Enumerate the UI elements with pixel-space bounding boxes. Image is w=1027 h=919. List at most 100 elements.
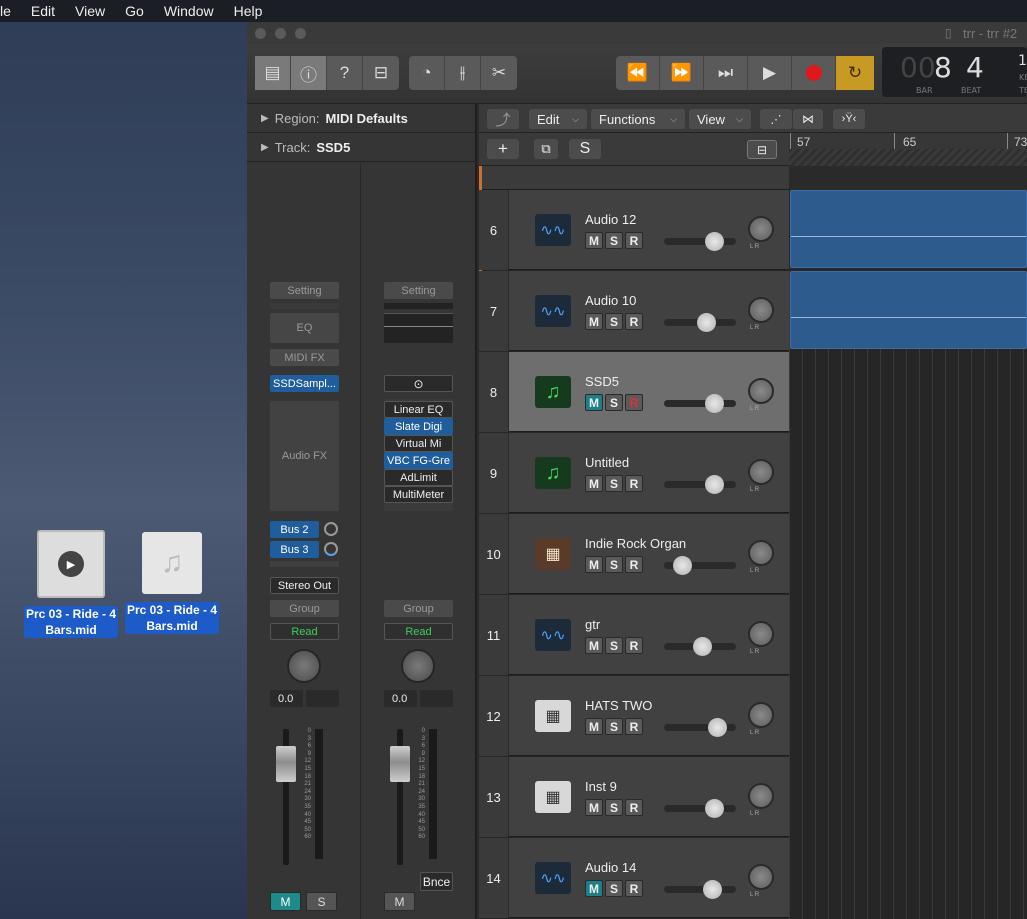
track-header[interactable]: 13 ▦ Inst 9 MSR L R [479, 757, 789, 837]
track-record-button[interactable]: R [625, 880, 643, 897]
send-level-knob[interactable] [324, 542, 338, 556]
track-mute-button[interactable]: M [585, 313, 603, 330]
track-name[interactable]: Audio 14 [585, 860, 636, 875]
plugin-slot[interactable]: Slate Digi [384, 418, 453, 435]
instrument-slot[interactable]: SSDSampl... [270, 375, 339, 392]
track-pan-knob[interactable] [748, 621, 774, 647]
track-solo-button[interactable]: S [605, 232, 623, 249]
track-name[interactable]: gtr [585, 617, 600, 632]
ruler[interactable]: 57 65 73 [789, 133, 1027, 166]
back-arrow-icon[interactable]: ⤴ [487, 109, 519, 129]
mute-button[interactable]: M [270, 892, 301, 911]
track-pan-knob[interactable] [748, 783, 774, 809]
send-slot[interactable]: Bus 2 [270, 521, 319, 538]
group-slot[interactable]: Group [384, 600, 453, 617]
output-slot[interactable]: Stereo Out [270, 577, 339, 594]
toolbar-toggle-icon[interactable]: ⊟ [363, 56, 399, 90]
setting-button[interactable]: Setting [270, 282, 339, 299]
mute-button[interactable]: M [384, 892, 415, 911]
track-record-button[interactable]: R [625, 232, 643, 249]
menu-item-go[interactable]: Go [125, 3, 144, 19]
duplicate-track-icon[interactable]: ⧉ [534, 139, 558, 159]
track-mute-button[interactable]: M [585, 637, 603, 654]
setting-button[interactable]: Setting [384, 282, 453, 299]
track-record-button[interactable]: R [625, 394, 643, 411]
eq-curve-display[interactable] [384, 313, 453, 343]
audio-region[interactable] [790, 190, 1027, 268]
smart-controls-icon[interactable]: ◔ [409, 56, 445, 90]
volume-slider-thumb[interactable] [673, 556, 692, 575]
track-pan-knob[interactable] [748, 378, 774, 404]
volume-slider-thumb[interactable] [705, 232, 724, 251]
solo-button[interactable]: S [306, 892, 337, 911]
eq-display[interactable]: EQ [270, 313, 339, 343]
track-solo-button[interactable]: S [605, 313, 623, 330]
midi-fx-slot[interactable]: MIDI FX [270, 349, 339, 366]
volume-fader-handle[interactable] [276, 746, 296, 782]
plugin-slot[interactable]: AdLimit [384, 469, 453, 486]
lcd-display[interactable]: 00 8 4 1( BAR BEAT KE TE [882, 47, 1027, 97]
track-header[interactable]: 8 ♫ SSD5 M S R L R [479, 352, 789, 432]
automation-mode[interactable]: Read [270, 623, 339, 640]
track-name[interactable]: Audio 10 [585, 293, 636, 308]
view-menu[interactable]: View ⌵ [689, 109, 751, 129]
track-record-button[interactable]: R [625, 718, 643, 735]
track-solo-button[interactable]: S [605, 799, 623, 816]
play-button[interactable]: ▶ [748, 56, 792, 90]
track-pan-knob[interactable] [748, 216, 774, 242]
plugin-slot[interactable]: VBC FG-Gre [384, 452, 453, 469]
desktop-file-icon[interactable]: ▶ Prc 03 - Ride - 4 Bars.mid [21, 530, 121, 639]
track-mute-button[interactable]: M [585, 475, 603, 492]
track-mute-button[interactable]: M [585, 556, 603, 573]
track-solo-button[interactable]: S [605, 394, 623, 411]
menu-item-edit[interactable]: Edit [31, 3, 55, 19]
track-solo-button[interactable]: S [605, 556, 623, 573]
add-track-button[interactable]: + [487, 139, 519, 159]
inspector-icon[interactable]: ⓘ [291, 56, 327, 90]
track-header[interactable]: 10 ▦ Indie Rock Organ M S R L R [479, 514, 789, 594]
desktop-file-icon[interactable]: ♫ Prc 03 - Ride - 4 Bars.mid [122, 532, 222, 635]
track-mute-button[interactable]: M [585, 880, 603, 897]
track-header[interactable]: 11 ∿∿ gtr M S R L R [479, 595, 789, 675]
close-window-button[interactable] [255, 28, 266, 39]
track-header[interactable]: 7 ∿∿ Audio 10 M S R L R [479, 271, 789, 351]
plugin-slot[interactable]: Virtual Mi [384, 435, 453, 452]
bounce-button[interactable]: Bnce [420, 872, 453, 891]
track-record-button[interactable]: R [625, 556, 643, 573]
go-to-end-icon[interactable]: ⏭ [704, 56, 748, 90]
edit-menu[interactable]: Edit ⌵ [529, 109, 587, 129]
track-volume-slider[interactable] [664, 799, 736, 818]
automation-mode[interactable]: Read [384, 623, 453, 640]
menu-item-window[interactable]: Window [164, 3, 214, 19]
track-header[interactable]: 12 ▦ HATS TWO M S R L R [479, 676, 789, 756]
menu-item-view[interactable]: View [75, 3, 105, 19]
plugin-slot[interactable]: MultiMeter [384, 486, 453, 503]
editors-scissors-icon[interactable]: ✂ [481, 56, 517, 90]
collapse-icon[interactable]: ⊟ [747, 140, 777, 159]
pan-knob[interactable] [401, 649, 435, 683]
send-slot[interactable]: Bus 3 [270, 541, 319, 558]
volume-slider-thumb[interactable] [703, 880, 722, 899]
volume-slider-thumb[interactable] [705, 475, 724, 494]
track-pan-knob[interactable] [748, 297, 774, 323]
volume-slider-thumb[interactable] [705, 799, 724, 818]
track-pan-knob[interactable] [748, 864, 774, 890]
track-record-button[interactable]: R [625, 313, 643, 330]
flex-icon[interactable]: ⋈ [793, 109, 823, 129]
track-mute-button[interactable]: M [585, 718, 603, 735]
track-record-button[interactable]: R [625, 637, 643, 654]
volume-readout[interactable]: 0.0 [384, 690, 417, 707]
record-button[interactable] [792, 56, 836, 90]
audio-region[interactable] [790, 271, 1027, 349]
track-solo-button[interactable]: S [605, 880, 623, 897]
send-level-knob[interactable] [324, 522, 338, 536]
track-name[interactable]: HATS TWO [585, 698, 652, 713]
track-solo-button[interactable]: S [605, 475, 623, 492]
track-volume-slider[interactable] [664, 475, 736, 494]
fast-forward-icon[interactable]: ⏩ [660, 56, 704, 90]
track-pan-knob[interactable] [748, 702, 774, 728]
audio-fx-slot[interactable]: Audio FX [270, 401, 339, 511]
rewind-icon[interactable]: ⏪ [616, 56, 660, 90]
track-name[interactable]: Indie Rock Organ [585, 536, 686, 551]
menu-item-file[interactable]: le [0, 3, 11, 19]
